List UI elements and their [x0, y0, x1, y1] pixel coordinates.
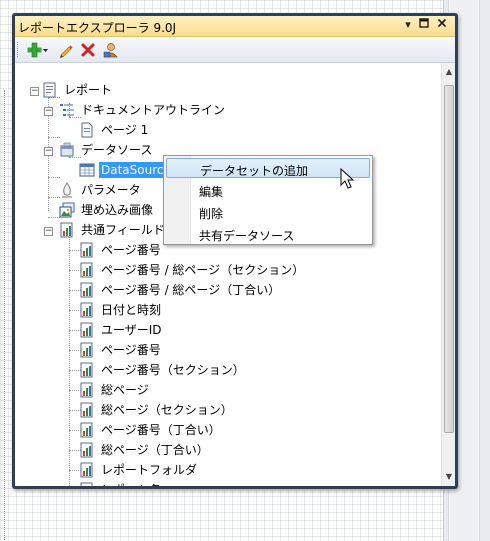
report-explorer-window: レポートエクスプローラ 9.0J ▾ − レポート − ドキュメントアウトライン…	[12, 13, 458, 489]
common-fields-icon	[59, 222, 75, 238]
field-icon	[79, 382, 95, 398]
designer-guide-line	[4, 90, 11, 540]
image-icon	[59, 202, 75, 218]
pin-dropdown-icon[interactable]: ▾	[401, 18, 415, 32]
field-icon	[79, 462, 95, 478]
scroll-down-icon[interactable]: ▼	[442, 470, 455, 484]
field-icon	[79, 402, 95, 418]
tree-node-field[interactable]: 日付と時刻	[79, 301, 163, 319]
field-icon	[79, 282, 95, 298]
datasource-folder-icon	[59, 142, 75, 158]
tree-node-page1[interactable]: ページ 1	[79, 121, 150, 139]
field-icon	[79, 242, 95, 258]
tree-node-field[interactable]: ページ番号	[79, 341, 163, 359]
scroll-thumb[interactable]	[444, 85, 454, 433]
tree-node-field[interactable]: 総ページ（セクション）	[79, 401, 235, 419]
field-icon	[79, 322, 95, 338]
toolbar-grip	[17, 42, 21, 57]
field-icon	[79, 262, 95, 278]
close-icon[interactable]	[435, 18, 449, 32]
outline-icon	[59, 102, 75, 118]
collapse-toggle[interactable]: −	[44, 147, 53, 156]
user-icon	[103, 42, 118, 57]
tree-node-common-fields[interactable]: 共通フィールド	[59, 221, 167, 239]
tree-node-field[interactable]: レポートフォルダ	[79, 461, 199, 479]
tree-node-doc-outline[interactable]: ドキュメントアウトライン	[59, 101, 227, 119]
tree-node-field[interactable]: ページ番号 / 総ページ（セクション）	[79, 261, 306, 279]
tree-node-field[interactable]: 総ページ	[79, 381, 151, 399]
report-tree[interactable]: − レポート − ドキュメントアウトライン ページ 1 − データソース Dat…	[15, 63, 441, 486]
mouse-cursor-icon	[340, 168, 355, 189]
maximize-icon[interactable]	[417, 18, 431, 32]
tree-node-field[interactable]: レポート名	[79, 481, 163, 486]
tree-node-embedded-images[interactable]: 埋め込み画像	[59, 201, 155, 219]
vertical-scrollbar[interactable]: ▲ ▼	[441, 63, 455, 486]
tree-node-datasources[interactable]: データソース	[59, 141, 154, 159]
delete-button[interactable]	[78, 40, 98, 59]
field-icon	[79, 422, 95, 438]
shared-user-button[interactable]	[101, 40, 121, 59]
collapse-toggle[interactable]: −	[44, 107, 53, 116]
table-icon	[79, 162, 95, 178]
field-icon	[79, 362, 95, 378]
tree-node-field[interactable]: ページ番号（セクション）	[79, 361, 247, 379]
report-icon	[42, 82, 58, 98]
window-title: レポートエクスプローラ 9.0J	[18, 21, 177, 35]
tree-node-report[interactable]: レポート	[42, 81, 114, 99]
toolbar	[15, 37, 455, 63]
menu-item-delete[interactable]: 削除	[166, 202, 370, 222]
add-button[interactable]	[25, 40, 51, 59]
parameter-icon	[59, 182, 75, 198]
tree-node-parameters[interactable]: パラメータ	[59, 181, 143, 199]
page-icon	[79, 122, 95, 138]
collapse-toggle[interactable]: −	[30, 87, 39, 96]
tree-node-field[interactable]: 総ページ（丁合い）	[79, 441, 211, 459]
collapse-toggle[interactable]: −	[44, 227, 53, 236]
pencil-icon	[60, 45, 73, 58]
field-icon	[79, 302, 95, 318]
field-icon	[79, 482, 95, 486]
scroll-up-icon[interactable]: ▲	[442, 65, 455, 79]
edit-button[interactable]	[56, 40, 76, 59]
red-x-icon	[81, 43, 95, 56]
tree-node-field[interactable]: ページ番号	[79, 241, 163, 259]
title-bar[interactable]: レポートエクスプローラ 9.0J ▾	[15, 16, 455, 37]
menu-item-shared-datasource[interactable]: 共有データソース	[166, 224, 370, 244]
tree-node-field[interactable]: ページ番号 / 総ページ（丁合い）	[79, 281, 282, 299]
field-icon	[79, 342, 95, 358]
tree-node-field[interactable]: ユーザーID	[79, 321, 164, 339]
tree-node-field[interactable]: ページ番号（丁合い）	[79, 421, 223, 439]
green-plus-icon	[27, 42, 48, 57]
field-icon	[79, 442, 95, 458]
